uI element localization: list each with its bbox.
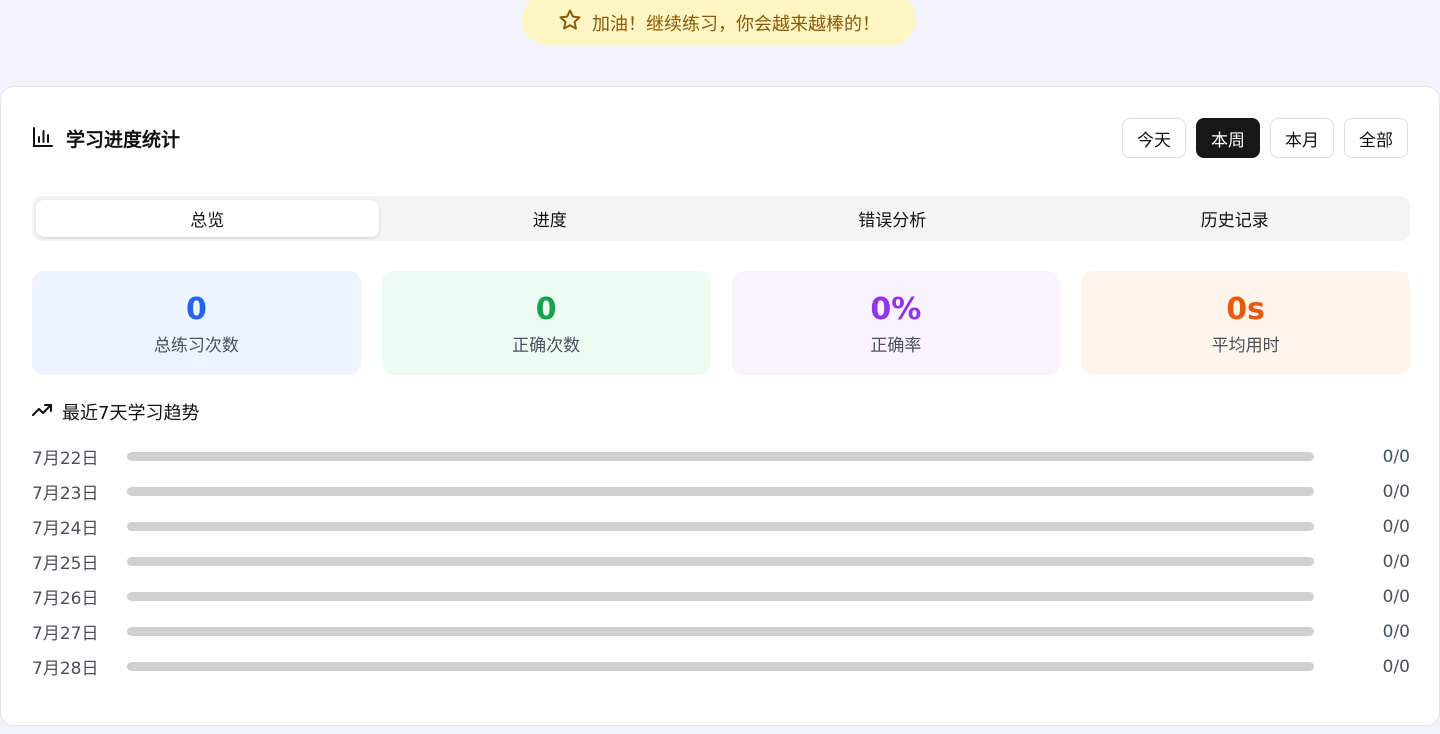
tab-progress[interactable]: 进度 bbox=[379, 200, 722, 237]
tab-history[interactable]: 历史记录 bbox=[1064, 200, 1407, 237]
stat-correct-count: 0 正确次数 bbox=[381, 271, 711, 375]
card-title: 学习进度统计 bbox=[66, 129, 181, 151]
range-week-button[interactable]: 本周 bbox=[1196, 118, 1260, 158]
trend-date: 7月26日 bbox=[32, 589, 99, 609]
trend-date: 7月27日 bbox=[32, 624, 99, 644]
trend-count: 0/0 bbox=[1382, 446, 1410, 467]
stat-label: 正确率 bbox=[870, 335, 922, 356]
stat-value: 0 bbox=[185, 291, 207, 327]
stat-label: 平均用时 bbox=[1211, 335, 1280, 356]
stat-average-time: 0s 平均用时 bbox=[1081, 271, 1410, 375]
stat-value: 0% bbox=[870, 291, 922, 327]
encouragement-banner: 加油！继续练习，你会越来越棒的！ bbox=[522, 0, 916, 45]
card-header: 学习进度统计 bbox=[32, 125, 180, 152]
banner-text: 加油！继续练习，你会越来越棒的！ bbox=[592, 13, 880, 35]
trend-count: 0/0 bbox=[1382, 481, 1410, 502]
trend-progress-bar bbox=[127, 662, 1314, 671]
tab-overview[interactable]: 总览 bbox=[36, 200, 379, 237]
trend-progress-bar bbox=[127, 522, 1314, 531]
trend-date: 7月23日 bbox=[32, 484, 99, 504]
trend-count: 0/0 bbox=[1382, 621, 1410, 642]
trend-header: 最近7天学习趋势 bbox=[32, 399, 199, 425]
trend-date: 7月22日 bbox=[32, 449, 99, 469]
trend-progress-bar bbox=[127, 592, 1314, 601]
range-month-button[interactable]: 本月 bbox=[1270, 118, 1334, 158]
tab-error-analysis[interactable]: 错误分析 bbox=[721, 200, 1064, 237]
trend-title: 最近7天学习趋势 bbox=[62, 403, 200, 424]
trend-row: 7月25日 0/0 bbox=[32, 544, 1410, 579]
bar-chart-icon bbox=[32, 126, 54, 152]
range-all-button[interactable]: 全部 bbox=[1344, 118, 1408, 158]
trend-count: 0/0 bbox=[1382, 551, 1410, 572]
trend-progress-bar bbox=[127, 487, 1314, 496]
trend-progress-bar bbox=[127, 557, 1314, 566]
stats-card: 学习进度统计 今天 本周 本月 全部 总览 进度 错误分析 历史记录 0 总练习… bbox=[0, 86, 1440, 726]
stat-accuracy: 0% 正确率 bbox=[731, 271, 1061, 375]
stat-total-practice: 0 总练习次数 bbox=[32, 271, 361, 375]
trending-up-icon bbox=[32, 400, 52, 425]
trend-date: 7月28日 bbox=[32, 659, 99, 679]
stat-label: 正确次数 bbox=[512, 335, 581, 356]
trend-date: 7月24日 bbox=[32, 519, 99, 539]
stat-label: 总练习次数 bbox=[153, 335, 239, 356]
tab-bar: 总览 进度 错误分析 历史记录 bbox=[32, 196, 1410, 241]
trend-row: 7月27日 0/0 bbox=[32, 614, 1410, 649]
trend-row: 7月23日 0/0 bbox=[32, 474, 1410, 509]
stat-value: 0 bbox=[535, 291, 557, 327]
trend-row: 7月24日 0/0 bbox=[32, 509, 1410, 544]
star-icon bbox=[558, 8, 582, 37]
time-range-selector: 今天 本周 本月 全部 bbox=[1122, 118, 1408, 158]
trend-count: 0/0 bbox=[1382, 656, 1410, 677]
trend-count: 0/0 bbox=[1382, 586, 1410, 607]
stats-summary: 0 总练习次数 0 正确次数 0% 正确率 0s 平均用时 bbox=[32, 271, 1410, 375]
trend-progress-bar bbox=[127, 452, 1314, 461]
stat-value: 0s bbox=[1226, 291, 1265, 327]
trend-row: 7月22日 0/0 bbox=[32, 439, 1410, 474]
trend-count: 0/0 bbox=[1382, 516, 1410, 537]
trend-row: 7月28日 0/0 bbox=[32, 649, 1410, 684]
trend-row: 7月26日 0/0 bbox=[32, 579, 1410, 614]
trend-date: 7月25日 bbox=[32, 554, 99, 574]
trend-list: 7月22日 0/0 7月23日 0/0 7月24日 0/0 7月25日 0/0 … bbox=[32, 439, 1410, 684]
range-today-button[interactable]: 今天 bbox=[1122, 118, 1186, 158]
trend-progress-bar bbox=[127, 627, 1314, 636]
